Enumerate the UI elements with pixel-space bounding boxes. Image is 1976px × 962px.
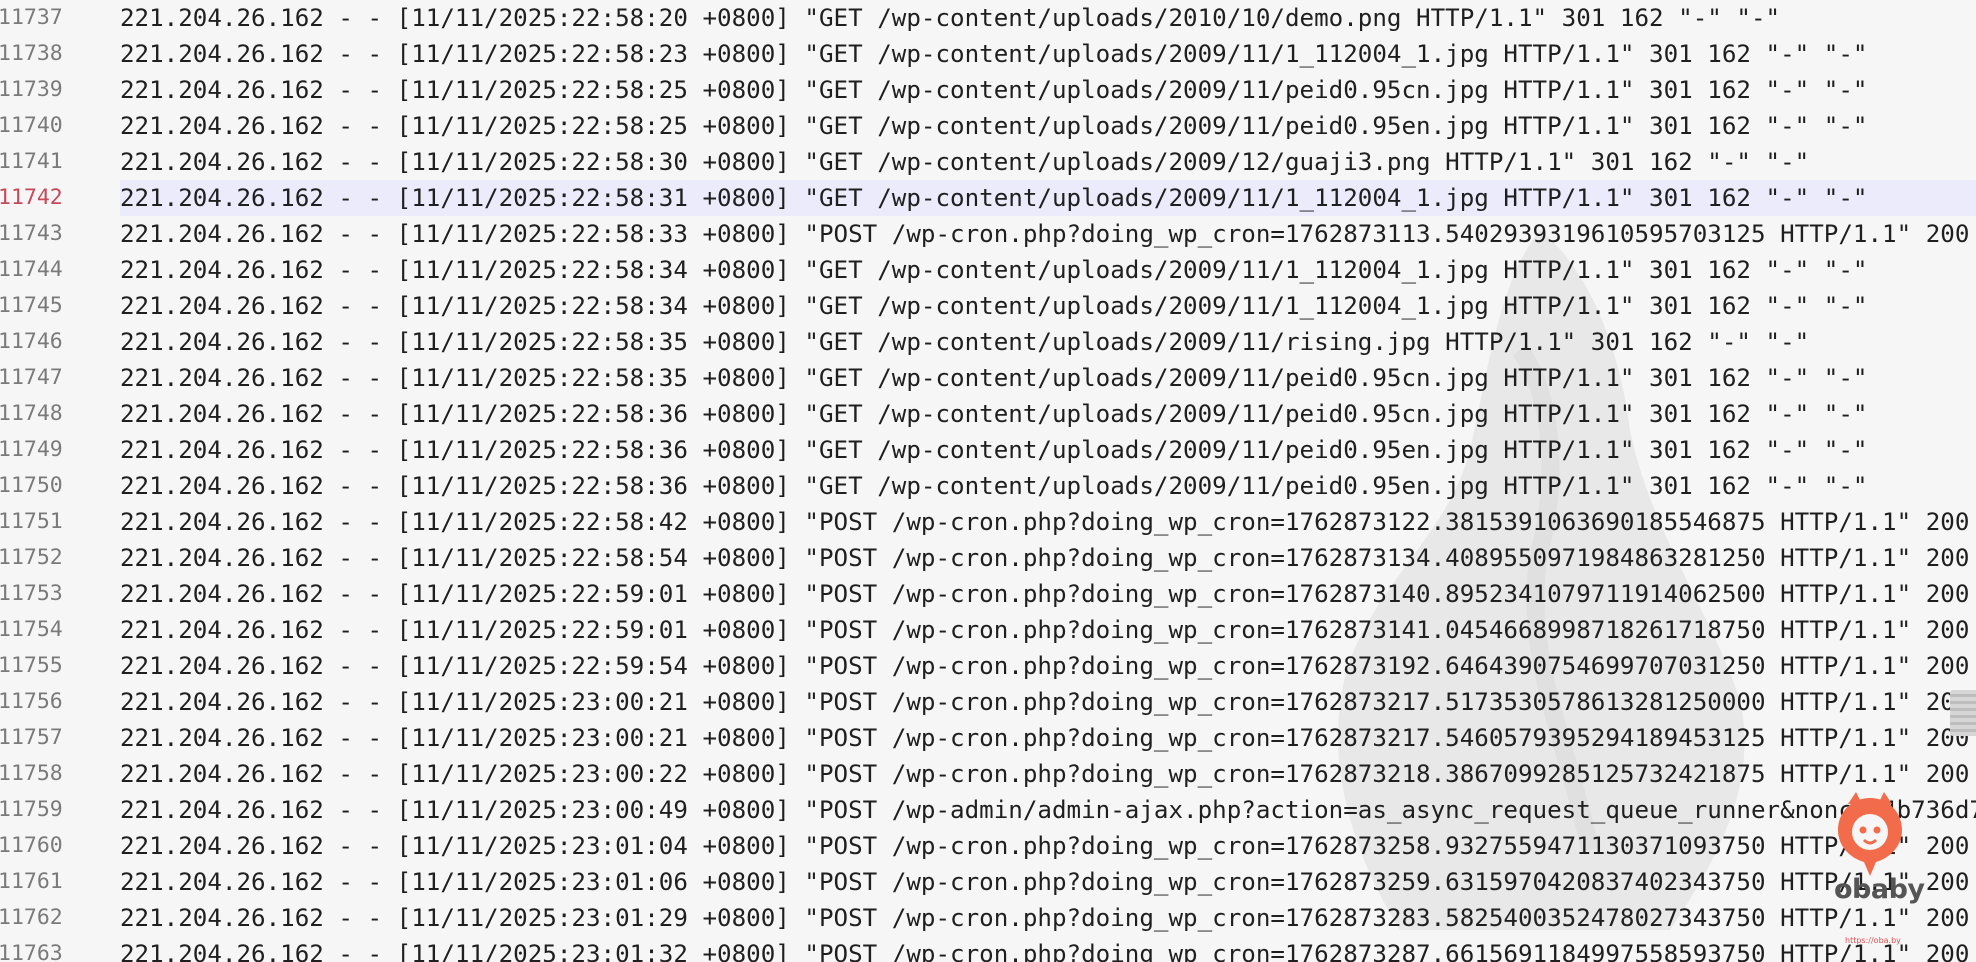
code-line[interactable]: 11742 221.204.26.162 - - [11/11/2025:22:5… [0,180,1976,216]
code-line[interactable]: 11744 221.204.26.162 - - [11/11/2025:22:5… [0,252,1976,288]
line-number: 11751 [0,509,63,534]
line-text[interactable]: 221.204.26.162 - - [11/11/2025:22:58:42 … [120,504,1976,540]
line-text[interactable]: 221.204.26.162 - - [11/11/2025:22:58:20 … [120,0,1976,36]
line-text[interactable]: 221.204.26.162 - - [11/11/2025:22:58:36 … [120,432,1976,468]
line-text[interactable]: 221.204.26.162 - - [11/11/2025:22:58:36 … [120,468,1976,504]
line-text[interactable]: 221.204.26.162 - - [11/11/2025:22:58:54 … [120,540,1976,576]
line-number: 11740 [0,113,63,138]
line-number: 11739 [0,77,63,102]
code-line[interactable]: 11756 221.204.26.162 - - [11/11/2025:23:0… [0,684,1976,720]
line-text[interactable]: 221.204.26.162 - - [11/11/2025:23:01:06 … [120,864,1976,900]
code-line[interactable]: 11753 221.204.26.162 - - [11/11/2025:22:5… [0,576,1976,612]
line-number: 11744 [0,257,63,282]
line-text[interactable]: 221.204.26.162 - - [11/11/2025:23:00:22 … [120,756,1976,792]
line-number: 11758 [0,761,63,786]
line-text[interactable]: 221.204.26.162 - - [11/11/2025:22:58:25 … [120,108,1976,144]
obaby-logo-icon [1838,792,1902,876]
code-line[interactable]: 11738 221.204.26.162 - - [11/11/2025:22:5… [0,36,1976,72]
line-number: 11737 [0,5,63,30]
line-number: 11742 [0,185,63,210]
code-line[interactable]: 11743 221.204.26.162 - - [11/11/2025:22:5… [0,216,1976,252]
code-line[interactable]: 11749 221.204.26.162 - - [11/11/2025:22:5… [0,432,1976,468]
line-text[interactable]: 221.204.26.162 - - [11/11/2025:22:58:25 … [120,72,1976,108]
line-number: 11745 [0,293,63,318]
code-line[interactable]: 11740 221.204.26.162 - - [11/11/2025:22:5… [0,108,1976,144]
line-text[interactable]: 221.204.26.162 - - [11/11/2025:22:58:23 … [120,36,1976,72]
line-text[interactable]: 221.204.26.162 - - [11/11/2025:22:58:36 … [120,396,1976,432]
line-text[interactable]: 221.204.26.162 - - [11/11/2025:22:58:31 … [120,180,1976,216]
line-text[interactable]: 221.204.26.162 - - [11/11/2025:22:58:34 … [120,288,1976,324]
line-text[interactable]: 221.204.26.162 - - [11/11/2025:23:01:29 … [120,900,1976,936]
line-text[interactable]: 221.204.26.162 - - [11/11/2025:23:00:21 … [120,684,1976,720]
line-number: 11762 [0,905,63,930]
line-text[interactable]: 221.204.26.162 - - [11/11/2025:22:58:30 … [120,144,1976,180]
line-number: 11738 [0,41,63,66]
line-number: 11743 [0,221,63,246]
line-number: 11763 [0,941,63,962]
code-line[interactable]: 11745 221.204.26.162 - - [11/11/2025:22:5… [0,288,1976,324]
code-line[interactable]: 11762 221.204.26.162 - - [11/11/2025:23:0… [0,900,1976,936]
code-line[interactable]: 11750 221.204.26.162 - - [11/11/2025:22:5… [0,468,1976,504]
code-line[interactable]: 11759 221.204.26.162 - - [11/11/2025:23:0… [0,792,1976,828]
line-number: 11760 [0,833,63,858]
line-text[interactable]: 221.204.26.162 - - [11/11/2025:23:01:32 … [120,936,1976,962]
code-line[interactable]: 11748 221.204.26.162 - - [11/11/2025:22:5… [0,396,1976,432]
line-number: 11750 [0,473,63,498]
code-line[interactable]: 11758 221.204.26.162 - - [11/11/2025:23:0… [0,756,1976,792]
code-line[interactable]: 11761 221.204.26.162 - - [11/11/2025:23:0… [0,864,1976,900]
code-line[interactable]: 11760 221.204.26.162 - - [11/11/2025:23:0… [0,828,1976,864]
log-editor[interactable]: 11737 221.204.26.162 - - [11/11/2025:22:5… [0,0,1976,962]
line-number: 11753 [0,581,63,606]
line-text[interactable]: 221.204.26.162 - - [11/11/2025:23:00:49 … [120,792,1976,828]
scrollbar-thumb[interactable] [1950,690,1976,736]
line-number: 11749 [0,437,63,462]
code-lines: 11737 221.204.26.162 - - [11/11/2025:22:5… [0,0,1976,962]
code-line[interactable]: 11752 221.204.26.162 - - [11/11/2025:22:5… [0,540,1976,576]
code-line[interactable]: 11754 221.204.26.162 - - [11/11/2025:22:5… [0,612,1976,648]
line-text[interactable]: 221.204.26.162 - - [11/11/2025:22:59:01 … [120,612,1976,648]
line-number: 11748 [0,401,63,426]
watermark-brand: obaby [1834,874,1925,905]
line-number: 11757 [0,725,63,750]
line-number: 11756 [0,689,63,714]
line-number: 11741 [0,149,63,174]
line-text[interactable]: 221.204.26.162 - - [11/11/2025:22:58:35 … [120,360,1976,396]
line-number: 11761 [0,869,63,894]
line-text[interactable]: 221.204.26.162 - - [11/11/2025:22:58:34 … [120,252,1976,288]
line-number: 11746 [0,329,63,354]
watermark-url: https://oba.by [1845,936,1901,945]
code-line[interactable]: 11741 221.204.26.162 - - [11/11/2025:22:5… [0,144,1976,180]
code-line[interactable]: 11755 221.204.26.162 - - [11/11/2025:22:5… [0,648,1976,684]
code-line[interactable]: 11739 221.204.26.162 - - [11/11/2025:22:5… [0,72,1976,108]
line-number: 11752 [0,545,63,570]
line-number: 11759 [0,797,63,822]
code-line[interactable]: 11746 221.204.26.162 - - [11/11/2025:22:5… [0,324,1976,360]
code-line[interactable]: 11747 221.204.26.162 - - [11/11/2025:22:5… [0,360,1976,396]
code-line[interactable]: 11757 221.204.26.162 - - [11/11/2025:23:0… [0,720,1976,756]
line-number: 11755 [0,653,63,678]
code-line[interactable]: 11751 221.204.26.162 - - [11/11/2025:22:5… [0,504,1976,540]
line-number: 11754 [0,617,63,642]
line-text[interactable]: 221.204.26.162 - - [11/11/2025:22:59:01 … [120,576,1976,612]
line-text[interactable]: 221.204.26.162 - - [11/11/2025:23:01:04 … [120,828,1976,864]
line-text[interactable]: 221.204.26.162 - - [11/11/2025:22:58:35 … [120,324,1976,360]
line-number: 11747 [0,365,63,390]
line-text[interactable]: 221.204.26.162 - - [11/11/2025:23:00:21 … [120,720,1976,756]
line-text[interactable]: 221.204.26.162 - - [11/11/2025:22:58:33 … [120,216,1976,252]
code-line[interactable]: 11763 221.204.26.162 - - [11/11/2025:23:0… [0,936,1976,962]
line-text[interactable]: 221.204.26.162 - - [11/11/2025:22:59:54 … [120,648,1976,684]
code-line[interactable]: 11737 221.204.26.162 - - [11/11/2025:22:5… [0,0,1976,36]
